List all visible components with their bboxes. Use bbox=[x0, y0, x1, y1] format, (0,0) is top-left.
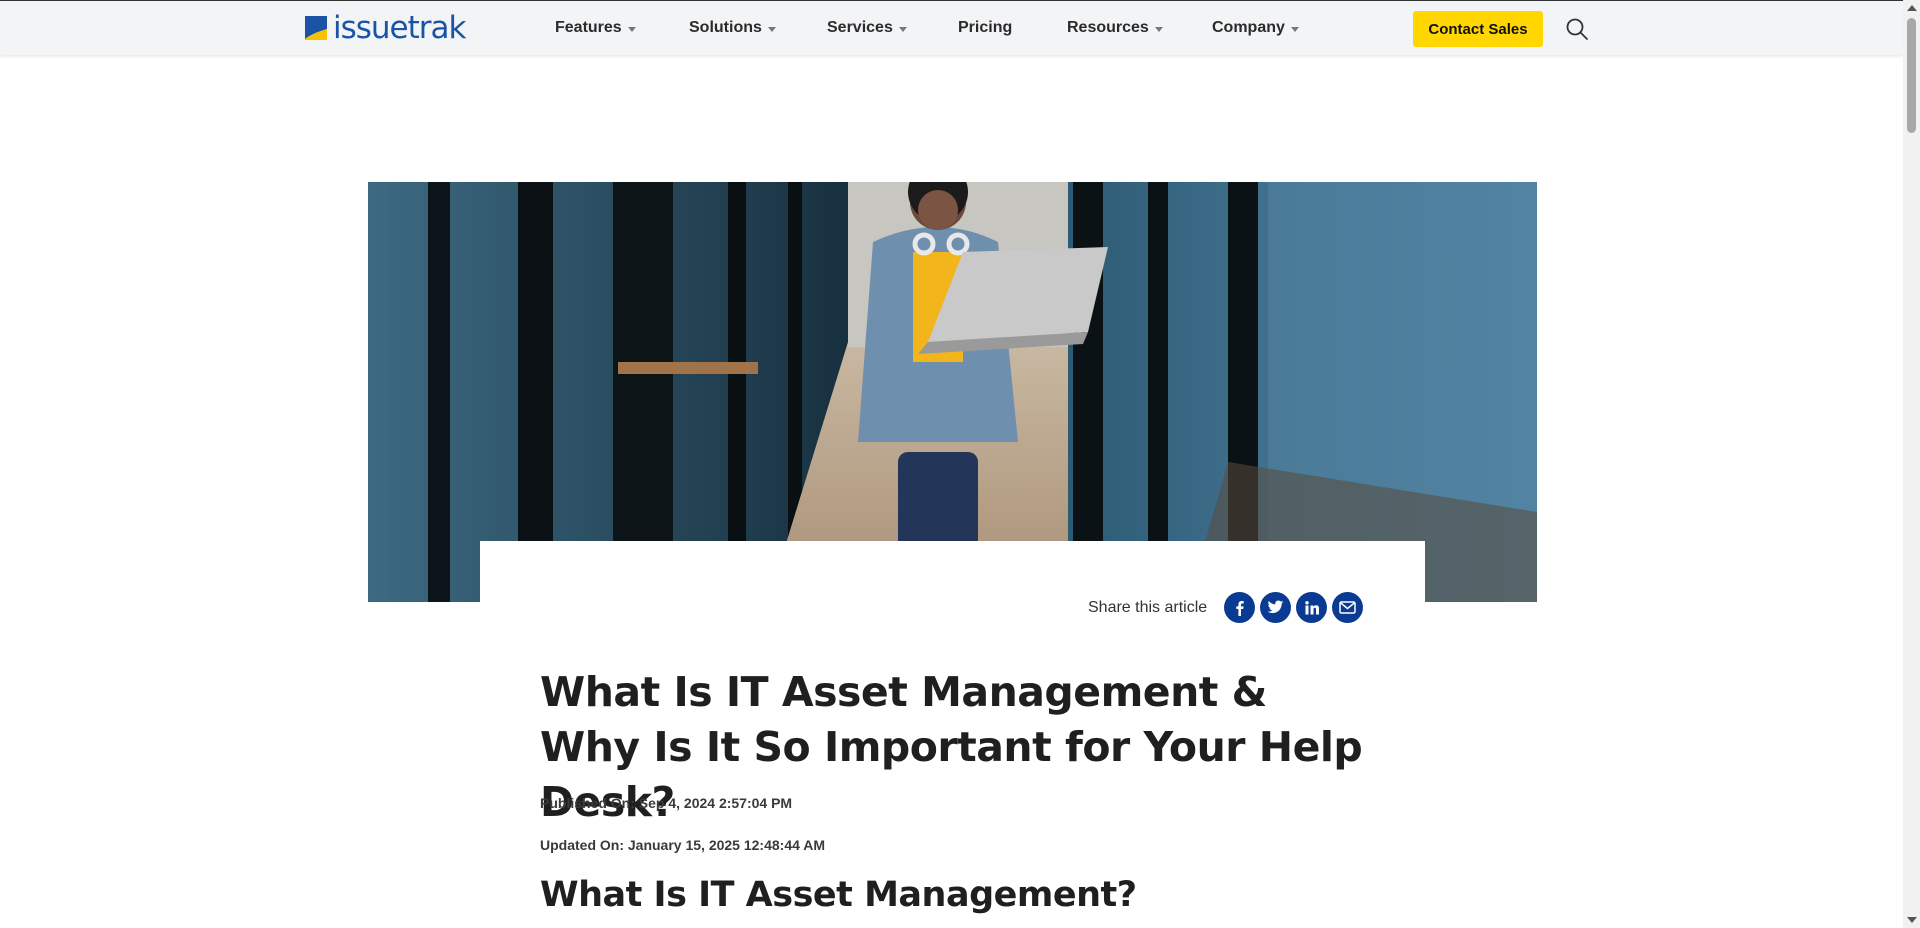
nav-company[interactable]: Company bbox=[1212, 19, 1299, 37]
linkedin-share-button[interactable] bbox=[1296, 592, 1328, 623]
nav-features-label: Features bbox=[555, 19, 622, 36]
nav-services[interactable]: Services bbox=[827, 19, 907, 37]
nav-solutions-label: Solutions bbox=[689, 19, 762, 36]
nav-company-label: Company bbox=[1212, 19, 1285, 36]
chevron-down-icon bbox=[627, 26, 636, 32]
scroll-up-arrow-icon[interactable] bbox=[1907, 5, 1917, 11]
published-date: Published On: Sep 4, 2024 2:57:04 PM bbox=[540, 795, 793, 811]
hero-photo-woman-with-laptop bbox=[368, 182, 1537, 602]
updated-date: Updated On: January 15, 2025 12:48:44 AM bbox=[540, 837, 826, 853]
logo-mark-icon bbox=[305, 16, 327, 40]
twitter-share-button[interactable] bbox=[1260, 592, 1292, 623]
facebook-icon bbox=[1235, 600, 1244, 616]
facebook-share-button[interactable] bbox=[1224, 592, 1256, 623]
nav-resources-label: Resources bbox=[1067, 19, 1149, 36]
chevron-down-icon bbox=[1290, 26, 1299, 32]
issuetrak-logo[interactable]: issuetrak bbox=[303, 10, 466, 46]
email-share-button[interactable] bbox=[1332, 592, 1364, 623]
email-icon bbox=[1339, 601, 1356, 614]
scroll-down-arrow-icon[interactable] bbox=[1907, 917, 1917, 923]
share-label: Share this article bbox=[1088, 598, 1208, 616]
scrollbar-thumb[interactable] bbox=[1907, 18, 1916, 133]
twitter-icon bbox=[1267, 600, 1284, 614]
logo-text: issuetrak bbox=[333, 10, 466, 46]
nav-services-label: Services bbox=[827, 19, 893, 36]
contact-sales-button[interactable]: Contact Sales bbox=[1413, 11, 1543, 47]
article-hero-image bbox=[368, 182, 1537, 602]
site-header: issuetrak Features Solutions Services Pr… bbox=[0, 0, 1903, 55]
nav-pricing[interactable]: Pricing bbox=[958, 19, 1012, 37]
nav-resources[interactable]: Resources bbox=[1067, 19, 1163, 37]
nav-solutions[interactable]: Solutions bbox=[689, 19, 776, 37]
section-heading: What Is IT Asset Management? bbox=[540, 875, 1137, 915]
chevron-down-icon bbox=[767, 26, 776, 32]
page-scrollbar[interactable] bbox=[1903, 0, 1920, 928]
linkedin-icon bbox=[1304, 600, 1319, 614]
nav-features[interactable]: Features bbox=[555, 19, 636, 37]
share-bar: Share this article bbox=[1088, 592, 1364, 623]
search-icon[interactable] bbox=[1565, 17, 1589, 41]
nav-pricing-label: Pricing bbox=[958, 19, 1013, 36]
chevron-down-icon bbox=[1154, 26, 1163, 32]
chevron-down-icon bbox=[898, 26, 907, 32]
